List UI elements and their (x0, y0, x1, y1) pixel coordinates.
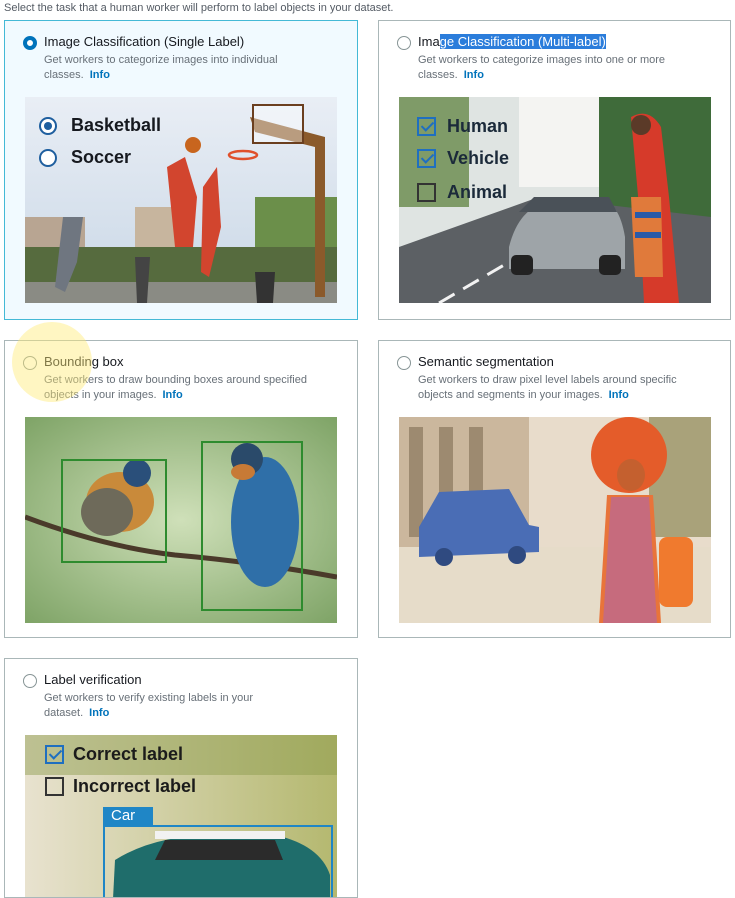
car-bounding-box (103, 825, 333, 897)
car-verification-image: Correct label Incorrect label Car (25, 735, 337, 897)
info-link[interactable]: Info (89, 707, 109, 719)
card-description: Get workers to verify existing labels in… (44, 692, 254, 719)
info-link[interactable]: Info (464, 69, 484, 81)
radio-basketball (39, 117, 57, 135)
card-title: Label verification (44, 672, 142, 687)
label-correct: Correct label (73, 744, 184, 764)
radio-semantic-segmentation[interactable] (397, 356, 411, 370)
radio-bounding-box[interactable] (23, 356, 37, 370)
checkbox-human (417, 117, 436, 136)
label-basketball: Basketball (71, 115, 162, 135)
info-link[interactable]: Info (90, 69, 110, 81)
info-link[interactable]: Info (609, 389, 629, 401)
car-box-tag: Car (103, 807, 154, 825)
checkbox-vehicle (417, 149, 436, 168)
street-car-image: Human Vehicle Animal (399, 97, 711, 303)
radio-single-label[interactable] (23, 36, 37, 50)
card-label-verification[interactable]: Label verification Get workers to verify… (4, 658, 358, 898)
label-human: Human (447, 116, 509, 136)
label-soccer: Soccer (71, 147, 132, 167)
card-image-classification-single[interactable]: Image Classification (Single Label) Get … (4, 20, 358, 320)
checkbox-animal (417, 183, 436, 202)
card-description: Get workers to categorize images into on… (418, 54, 666, 81)
checkbox-incorrect-label (45, 777, 64, 796)
card-description: Get workers to draw bounding boxes aroun… (44, 374, 307, 401)
card-bounding-box[interactable]: Bounding box Get workers to draw boundin… (4, 340, 358, 638)
card-title: Bounding box (44, 354, 124, 369)
label-incorrect: Incorrect label (73, 776, 197, 796)
label-animal: Animal (447, 182, 508, 202)
checkbox-correct-label (45, 745, 64, 764)
label-vehicle: Vehicle (447, 148, 510, 168)
card-description: Get workers to draw pixel level labels a… (418, 374, 677, 401)
radio-multi-label[interactable] (397, 36, 411, 50)
task-instruction: Select the task that a human worker will… (4, 2, 394, 14)
card-semantic-segmentation[interactable]: Semantic segmentation Get workers to dra… (378, 340, 731, 638)
card-title: Semantic segmentation (418, 354, 554, 369)
bounding-box-right-bird (201, 441, 303, 611)
birds-image (25, 417, 337, 623)
card-image-classification-multi[interactable]: Image Classification (Multi-label) Get w… (378, 20, 731, 320)
radio-soccer (39, 149, 57, 167)
card-description: Get workers to categorize images into in… (44, 54, 278, 81)
basketball-image: Basketball Soccer (25, 97, 337, 303)
card-title: Image Classification (Multi-label) (418, 34, 606, 49)
radio-label-verification[interactable] (23, 674, 37, 688)
bounding-box-left-bird (61, 459, 167, 563)
info-link[interactable]: Info (163, 389, 183, 401)
card-title: Image Classification (Single Label) (44, 34, 245, 49)
street-segmentation-image (399, 417, 711, 623)
